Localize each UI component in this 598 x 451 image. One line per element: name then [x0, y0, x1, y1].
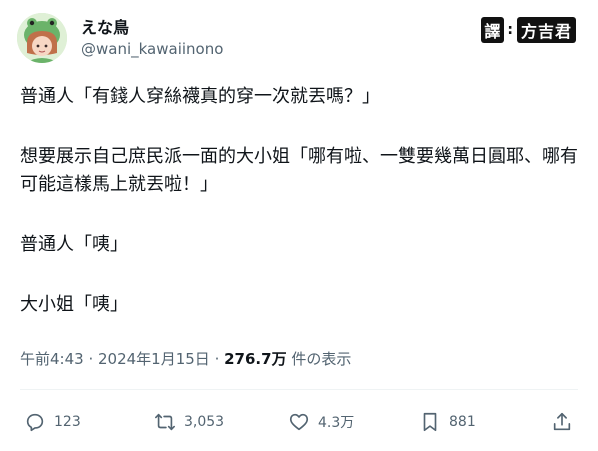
- like-count: 4.3万: [318, 415, 355, 431]
- heart-icon: [289, 413, 309, 431]
- retweet-icon: [155, 413, 175, 431]
- credit-label: 譯: [481, 17, 505, 43]
- tweet-meta: 午前4:43 · 2024年1月15日 · 276.7万 件の表示: [20, 348, 351, 369]
- reply-count: 123: [54, 414, 81, 430]
- share-button[interactable]: [551, 407, 581, 437]
- views-label[interactable]: 件の表示: [287, 350, 351, 368]
- reply-button[interactable]: 123: [24, 407, 81, 437]
- avatar[interactable]: [17, 13, 67, 63]
- credit-translator: 方吉君: [516, 17, 576, 43]
- bookmark-button[interactable]: 881: [419, 407, 476, 437]
- avatar-girl-frog-hood-icon: [17, 13, 67, 63]
- like-button[interactable]: 4.3万: [288, 407, 354, 437]
- views-count[interactable]: 276.7万: [224, 350, 286, 368]
- meta-separator: ·: [83, 350, 98, 368]
- reply-icon: [26, 413, 44, 432]
- credit-separator: :: [507, 22, 514, 38]
- bookmark-count: 881: [449, 414, 476, 430]
- translator-credit: 譯 : 方吉君: [481, 17, 576, 43]
- user-handle[interactable]: @wani_kawaiinono: [81, 40, 223, 58]
- display-name[interactable]: えな鳥: [81, 14, 129, 38]
- retweet-count: 3,053: [184, 414, 225, 430]
- tweet-time[interactable]: 午前4:43: [20, 350, 84, 368]
- action-bar: 123 3,053 4.3万 881: [0, 407, 598, 437]
- retweet-button[interactable]: 3,053: [154, 407, 224, 437]
- tweet-text: 普通人「有錢人穿絲襪真的穿一次就丟嗎？」 想要展示自己庶民派一面的大小姐「哪有啦…: [20, 83, 580, 319]
- meta-separator: ·: [209, 350, 225, 368]
- tweet-line: 普通人「有錢人穿絲襪真的穿一次就丟嗎？」: [20, 86, 380, 107]
- tweet-line: 大小姐「咦」: [20, 294, 128, 315]
- share-icon: [553, 412, 571, 431]
- bookmark-icon: [423, 412, 437, 432]
- tweet-line: 想要展示自己庶民派一面的大小姐「哪有啦、一雙要幾萬日圓耶、哪有可能這樣馬上就丟啦…: [20, 146, 578, 195]
- divider: [20, 389, 578, 390]
- tweet-line: 普通人「咦」: [20, 234, 128, 255]
- tweet-date[interactable]: 2024年1月15日: [98, 350, 210, 368]
